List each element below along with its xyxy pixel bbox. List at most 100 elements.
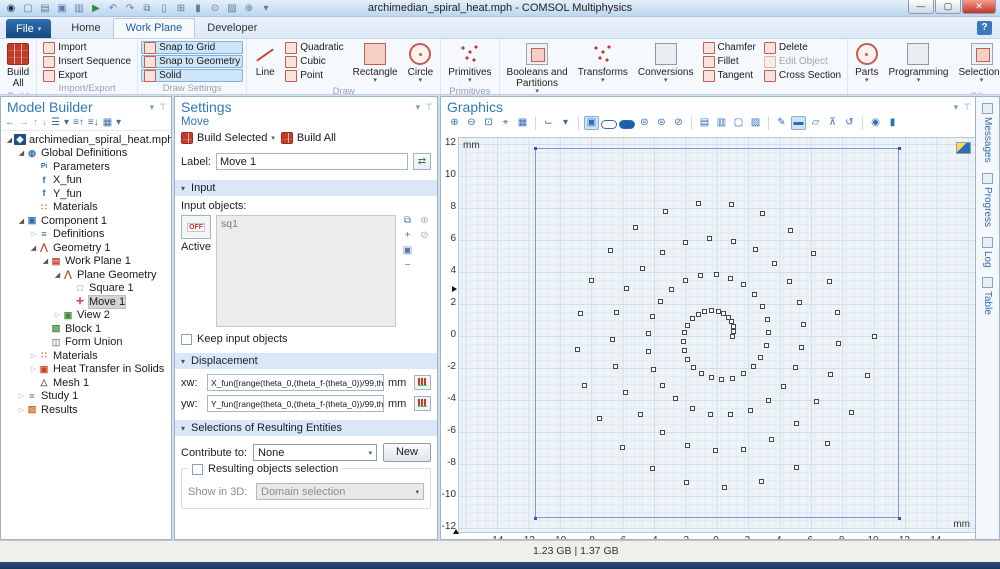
geometry-square[interactable] [731, 329, 736, 334]
graphics-canvas[interactable]: mm mm [458, 137, 976, 533]
geometry-square[interactable] [730, 334, 735, 339]
panel-menu-icon[interactable]: ▾ [150, 102, 155, 113]
panel-pin-icon[interactable]: ⊤ [425, 102, 433, 113]
geometry-square[interactable] [608, 248, 613, 253]
tree-expander-icon[interactable]: ▷ [17, 406, 26, 414]
dock-tab-table[interactable]: Table [982, 277, 993, 315]
geometry-square[interactable] [597, 416, 602, 421]
wireframe-icon[interactable] [601, 120, 617, 129]
tree-expander-icon[interactable]: ◢ [53, 271, 62, 279]
tree-item-global-definitions[interactable]: ◢◍Global Definitions [1, 147, 171, 161]
transforms-button[interactable]: Transforms▾ [574, 41, 632, 85]
geometry-square[interactable] [769, 437, 774, 442]
geometry-square[interactable] [610, 337, 615, 342]
paste-icon[interactable]: ▯ [157, 2, 171, 15]
programming-button[interactable]: Programming▾ [884, 41, 952, 85]
geometry-square[interactable] [751, 364, 756, 369]
model-tree-node-icon[interactable]: ▦ [103, 117, 112, 128]
geometry-square[interactable] [793, 365, 798, 370]
tree-item-move-1[interactable]: ✛Move 1 [1, 295, 171, 309]
geometry-square[interactable] [613, 364, 618, 369]
geometry-square[interactable] [814, 399, 819, 404]
circle-button[interactable]: Circle▾ [404, 41, 438, 85]
geometry-square[interactable] [696, 312, 701, 317]
geometry-square[interactable] [663, 209, 668, 214]
panel-menu-icon[interactable]: ▾ [954, 102, 959, 113]
geometry-square[interactable] [707, 236, 712, 241]
geometry-square[interactable] [623, 390, 628, 395]
delete-button[interactable]: Delete [761, 41, 844, 54]
tree-item-heat-transfer-in-solids[interactable]: ▷▣Heat Transfer in Solids [1, 363, 171, 377]
disable-color-icon[interactable]: ⊘ [671, 116, 686, 130]
tree-item-view-2[interactable]: ▷▣View 2 [1, 309, 171, 323]
maximize-button[interactable]: ▢ [935, 0, 961, 14]
tree-item-geometry-1[interactable]: ◢⋀Geometry 1 [1, 241, 171, 255]
geometry-square[interactable] [620, 445, 625, 450]
insert-sequence-button[interactable]: Insert Sequence [40, 55, 134, 68]
export-button[interactable]: Export [40, 69, 134, 82]
back-arrow-icon[interactable]: ← [5, 117, 15, 128]
yw-range-button[interactable] [414, 396, 431, 411]
zoom-out-icon[interactable]: ⊖ [464, 116, 479, 130]
booleans-and-partitions-button[interactable]: Booleans andPartitions▾ [503, 41, 572, 95]
point-button[interactable]: Point [282, 69, 346, 82]
geometry-square[interactable] [787, 279, 792, 284]
geometry-square[interactable] [683, 240, 688, 245]
tree-expander-icon[interactable]: ◢ [17, 217, 26, 225]
snap-to-grid-button[interactable]: Snap to Grid [141, 41, 243, 54]
geometry-square[interactable] [578, 311, 583, 316]
geometry-square[interactable] [638, 412, 643, 417]
snap-to-geometry-button[interactable]: Snap to Geometry [141, 55, 243, 68]
selections-button[interactable]: Selections▾ [954, 41, 1000, 85]
geometry-square[interactable] [685, 357, 690, 362]
tree-item-mesh-1[interactable]: △Mesh 1 [1, 376, 171, 390]
new-button[interactable]: New [383, 443, 431, 462]
move-down-icon[interactable]: ↓ [42, 117, 47, 128]
new-file-icon[interactable]: ▢ [21, 2, 35, 15]
geometry-square[interactable] [708, 412, 713, 417]
geometry-square[interactable] [752, 292, 757, 297]
parts-button[interactable]: Parts▾ [851, 41, 882, 85]
tree-expander-icon[interactable]: ▷ [29, 365, 38, 373]
geometry-square[interactable] [748, 408, 753, 413]
geometry-square[interactable] [691, 365, 696, 370]
geometry-square[interactable] [651, 367, 656, 372]
geometry-square[interactable] [696, 201, 701, 206]
geometry-square[interactable] [685, 323, 690, 328]
geometry-square[interactable] [673, 396, 678, 401]
snapshot-icon[interactable]: ▤ [697, 116, 712, 130]
print-icon[interactable]: ▮ [885, 116, 900, 130]
geometry-square[interactable] [731, 239, 736, 244]
tree-item-work-plane-1[interactable]: ◢▤Work Plane 1 [1, 255, 171, 269]
file-menu-button[interactable]: File ▾ [6, 19, 51, 38]
tree-item-materials[interactable]: ∷Materials [1, 201, 171, 215]
cross-section-button[interactable]: Cross Section [761, 69, 844, 82]
quadratic-button[interactable]: Quadratic [282, 41, 346, 54]
label-input[interactable]: Move 1 [216, 153, 408, 170]
geometry-square[interactable] [726, 315, 731, 320]
geometry-square[interactable] [702, 309, 707, 314]
geometry-square[interactable] [721, 311, 726, 316]
selection-handle[interactable] [898, 147, 901, 150]
tab-home[interactable]: Home [59, 19, 112, 38]
zoom-extents-icon[interactable]: ⌖ [498, 116, 513, 130]
geometry-square[interactable] [646, 331, 651, 336]
geometry-square[interactable] [794, 421, 799, 426]
build-selected-button[interactable]: Build Selected ▾ [181, 132, 275, 144]
tree-dropdown[interactable]: ▾ [116, 117, 121, 128]
chamfer-button[interactable]: Chamfer [700, 41, 759, 54]
rectangle-button[interactable]: Rectangle▾ [349, 41, 402, 85]
axis-orientation-icon[interactable]: ⌙ [541, 116, 556, 130]
geometry-square[interactable] [760, 304, 765, 309]
tree-item-study-1[interactable]: ▷≈Study 1 [1, 390, 171, 404]
paste-selection-icon[interactable]: ▣ [401, 245, 414, 257]
geometry-square[interactable] [772, 261, 777, 266]
geometry-square[interactable] [690, 316, 695, 321]
tree-item-parameters[interactable]: PiParameters [1, 160, 171, 174]
zoom-icon[interactable]: ⊕ [242, 2, 256, 15]
geometry-square[interactable] [690, 406, 695, 411]
geometry-square[interactable] [811, 251, 816, 256]
forward-arrow-icon[interactable]: → [19, 117, 29, 128]
remove-icon[interactable]: − [401, 260, 414, 272]
geometry-square[interactable] [731, 324, 736, 329]
